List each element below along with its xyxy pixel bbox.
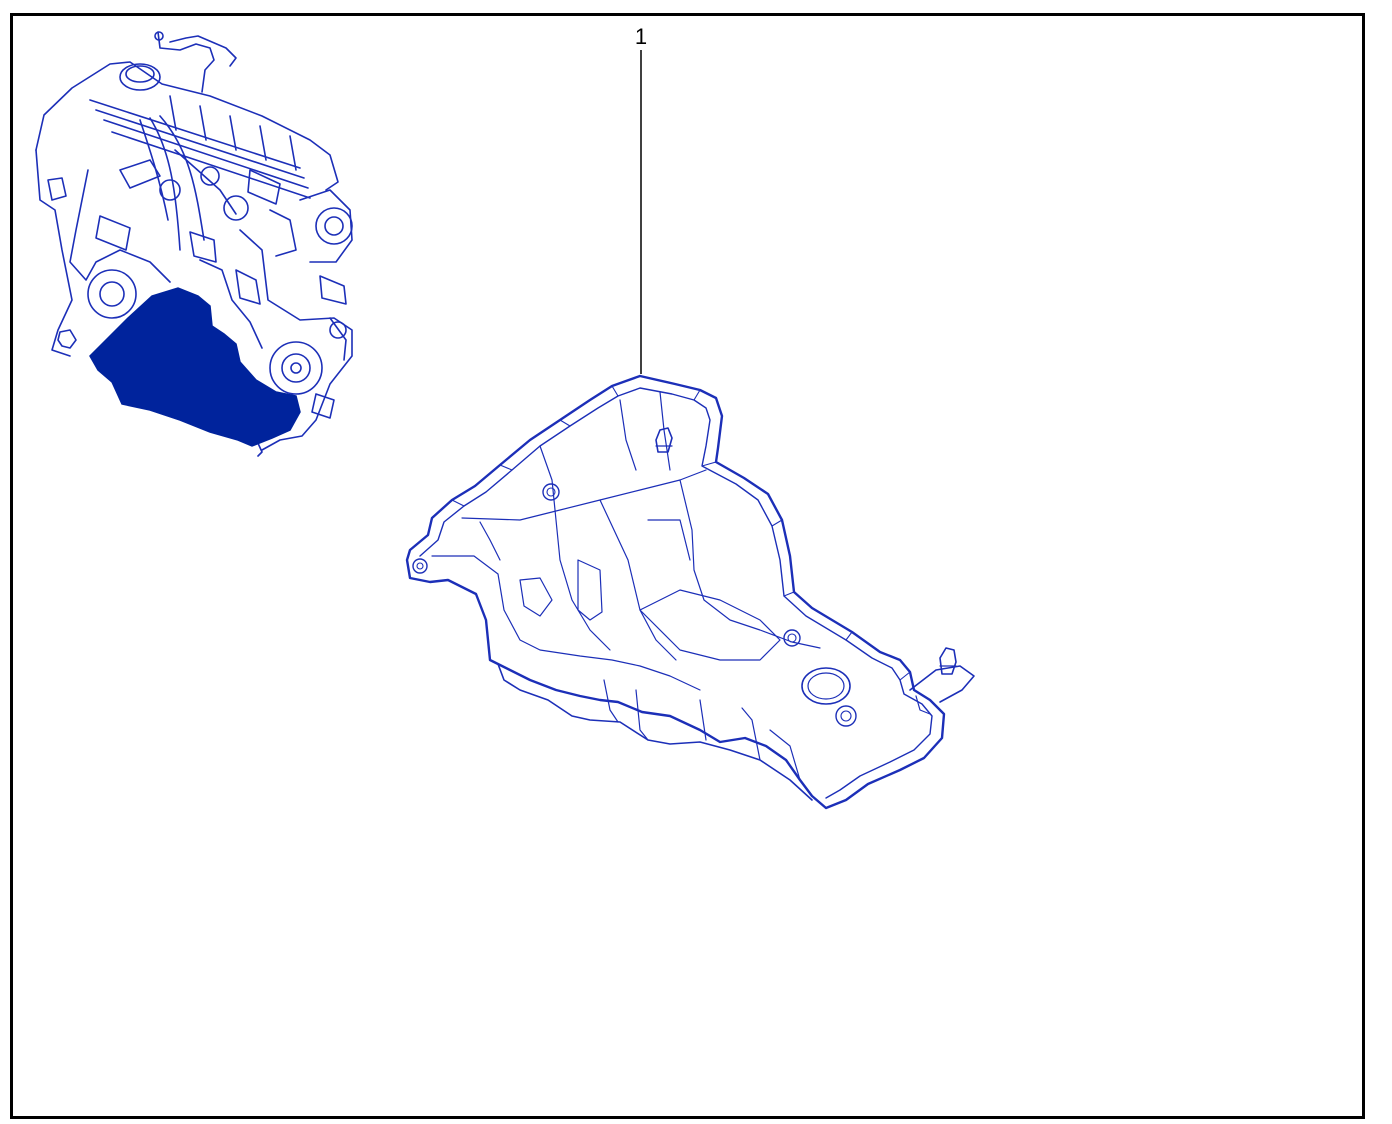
engine-oil-pan-highlight bbox=[89, 287, 301, 447]
parts-diagram: 1 bbox=[35, 24, 975, 810]
callout-1: 1 bbox=[635, 24, 647, 374]
callout-1-label: 1 bbox=[635, 24, 647, 49]
oil-pan-part bbox=[405, 374, 975, 810]
